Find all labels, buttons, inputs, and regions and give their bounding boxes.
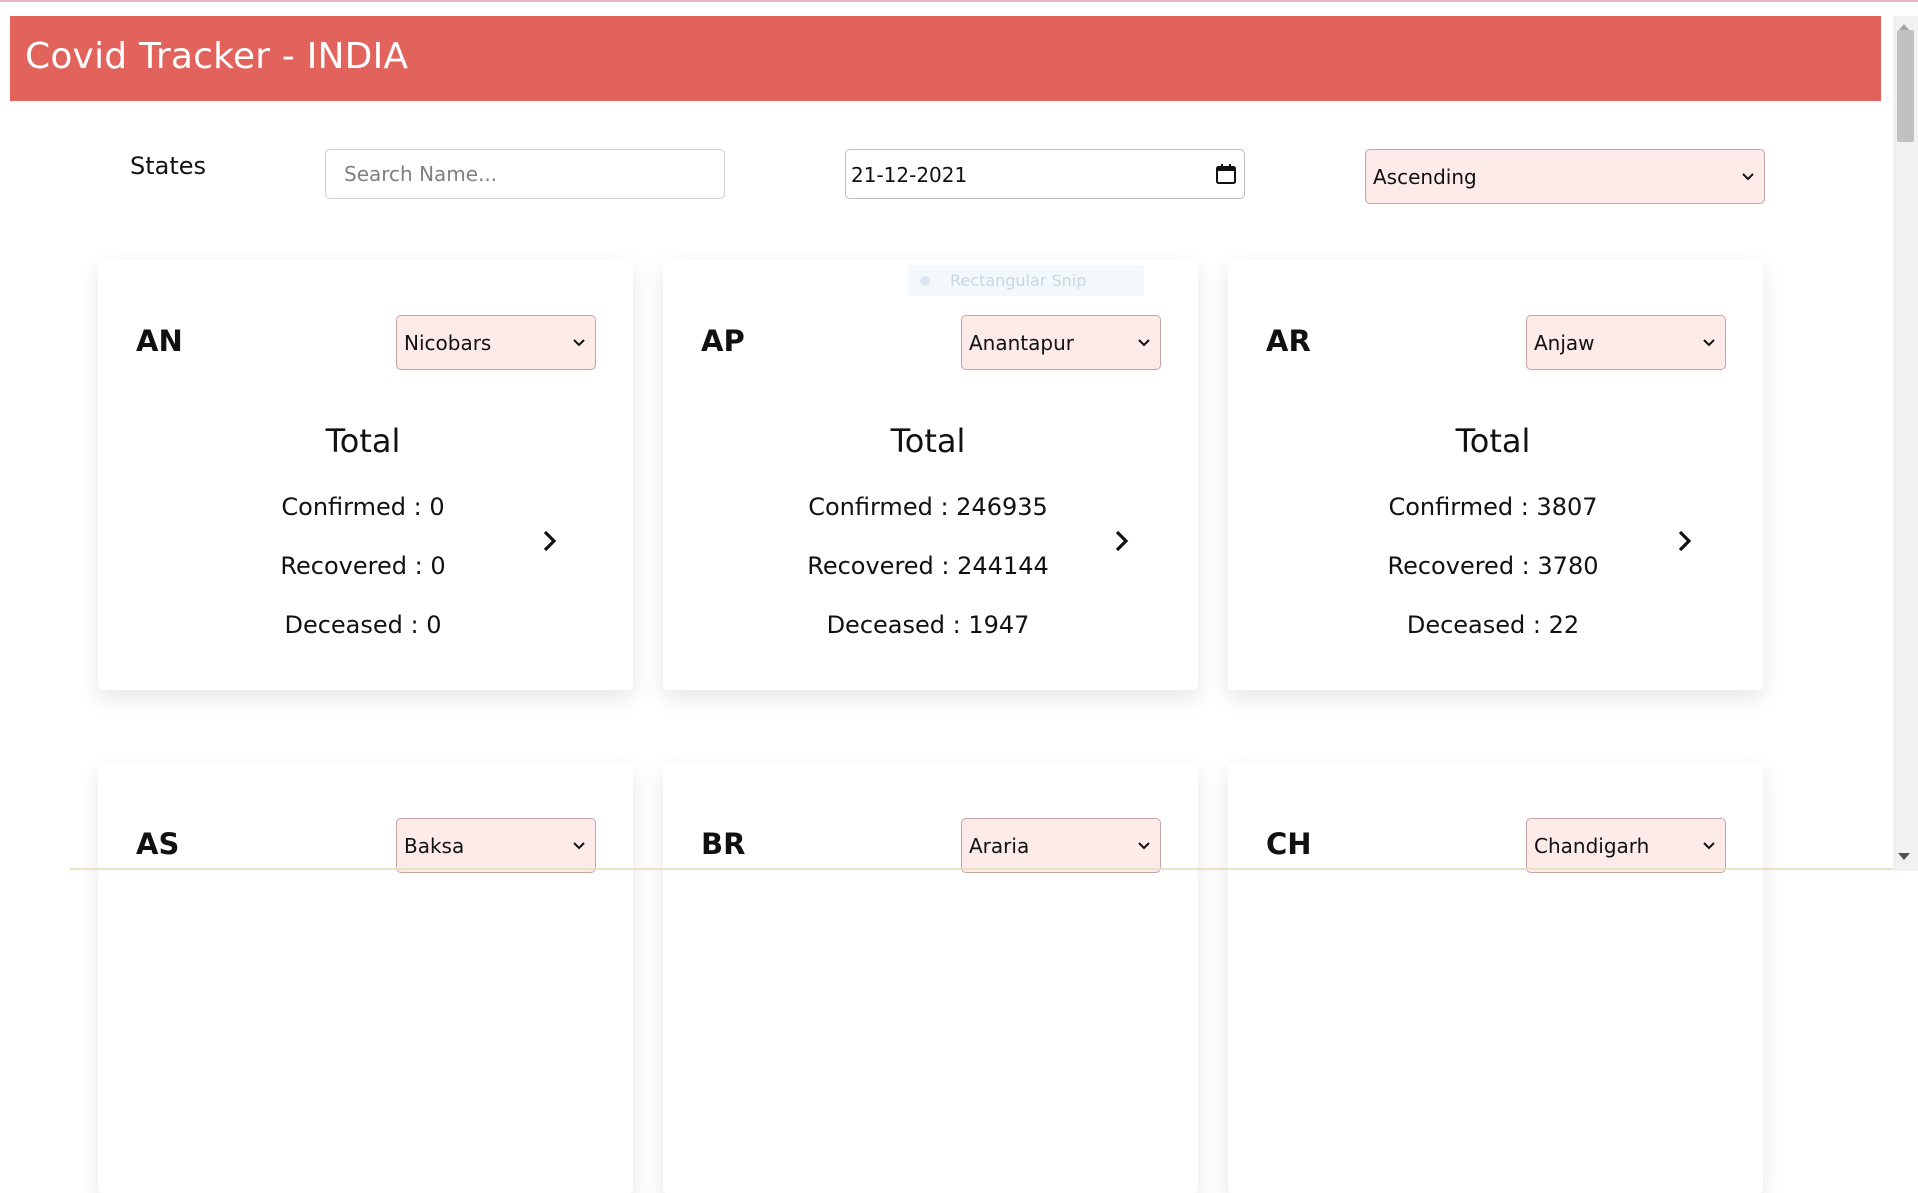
app-header: Covid Tracker - INDIA [10,16,1881,101]
state-code: CH [1266,827,1312,861]
confirmed-label: Confirmed : [808,493,957,521]
district-select[interactable]: Araria [961,818,1161,873]
sort-order-select[interactable]: Ascending [1365,149,1765,204]
recovered-value: 244144 [957,552,1049,580]
district-select[interactable]: Chandigarh [1526,818,1726,873]
state-code: BR [701,827,746,861]
chevron-down-icon [573,339,585,347]
state-code: AN [136,324,183,358]
states-label: States [130,152,207,180]
total-heading: Total [1455,422,1531,460]
district-select[interactable]: Anantapur [961,315,1161,370]
deceased-stat: Deceased : 1947 [758,611,1098,639]
search-input[interactable] [325,149,725,199]
state-card-ap: AP Anantapur Total Confirmed : 246935 Re… [663,260,1198,690]
confirmed-value: 0 [429,493,445,521]
app-title: Covid Tracker - INDIA [25,36,409,77]
chevron-down-icon [573,842,585,850]
chevron-down-icon [1742,173,1754,181]
deceased-stat: Deceased : 0 [193,611,533,639]
deceased-label: Deceased : [826,611,969,639]
snip-label: Rectangular Snip [950,271,1087,290]
recovered-value: 0 [430,552,446,580]
recovered-value: 3780 [1537,552,1599,580]
scroll-thumb[interactable] [1897,30,1914,142]
chevron-right-icon[interactable] [1108,528,1134,554]
deceased-stat: Deceased : 22 [1323,611,1663,639]
chevron-down-icon [1138,842,1150,850]
sort-order-value: Ascending [1373,165,1477,189]
chevron-down-icon [1703,339,1715,347]
district-value: Baksa [404,834,465,858]
date-value: 21-12-2021 [851,163,968,187]
deceased-label: Deceased : [284,611,427,639]
district-value: Anjaw [1534,331,1595,355]
deceased-value: 1947 [968,611,1030,639]
state-code: AR [1266,324,1311,358]
district-value: Nicobars [404,331,492,355]
bottom-border [70,868,1893,870]
state-card-an: AN Nicobars Total Confirmed : 0 Recovere… [98,260,633,690]
deceased-value: 22 [1548,611,1580,639]
confirmed-stat: Confirmed : 3807 [1323,493,1663,521]
date-input[interactable]: 21-12-2021 [845,149,1245,199]
district-select[interactable]: Anjaw [1526,315,1726,370]
deceased-value: 0 [426,611,442,639]
confirmed-value: 246935 [956,493,1048,521]
recovered-stat: Recovered : 3780 [1323,552,1663,580]
confirmed-label: Confirmed : [1388,493,1537,521]
recovered-label: Recovered : [280,552,431,580]
total-heading: Total [890,422,966,460]
chevron-down-icon [1138,339,1150,347]
confirmed-stat: Confirmed : 246935 [758,493,1098,521]
confirmed-value: 3807 [1536,493,1598,521]
total-heading: Total [325,422,401,460]
deceased-label: Deceased : [1406,611,1549,639]
confirmed-label: Confirmed : [281,493,430,521]
state-code: AS [136,827,180,861]
recovered-stat: Recovered : 244144 [758,552,1098,580]
snip-dot-icon [920,276,930,286]
top-border [0,0,1918,2]
chevron-right-icon[interactable] [536,528,562,554]
district-select[interactable]: Nicobars [396,315,596,370]
state-card-ar: AR Anjaw Total Confirmed : 3807 Recovere… [1228,260,1763,690]
chevron-right-icon[interactable] [1671,528,1697,554]
district-value: Anantapur [969,331,1074,355]
scroll-down-arrow-icon[interactable] [1898,853,1910,860]
recovered-label: Recovered : [1387,552,1538,580]
calendar-icon[interactable] [1214,162,1238,186]
recovered-label: Recovered : [807,552,958,580]
state-card-ch: CH Chandigarh [1228,763,1763,1193]
district-value: Araria [969,834,1030,858]
state-card-br: BR Araria [663,763,1198,1193]
district-select[interactable]: Baksa [396,818,596,873]
confirmed-stat: Confirmed : 0 [193,493,533,521]
state-code: AP [701,324,745,358]
district-value: Chandigarh [1534,834,1650,858]
vertical-scrollbar[interactable] [1893,16,1918,871]
state-card-as: AS Baksa [98,763,633,1193]
snip-tooltip: Rectangular Snip [908,265,1144,296]
chevron-down-icon [1703,842,1715,850]
recovered-stat: Recovered : 0 [193,552,533,580]
